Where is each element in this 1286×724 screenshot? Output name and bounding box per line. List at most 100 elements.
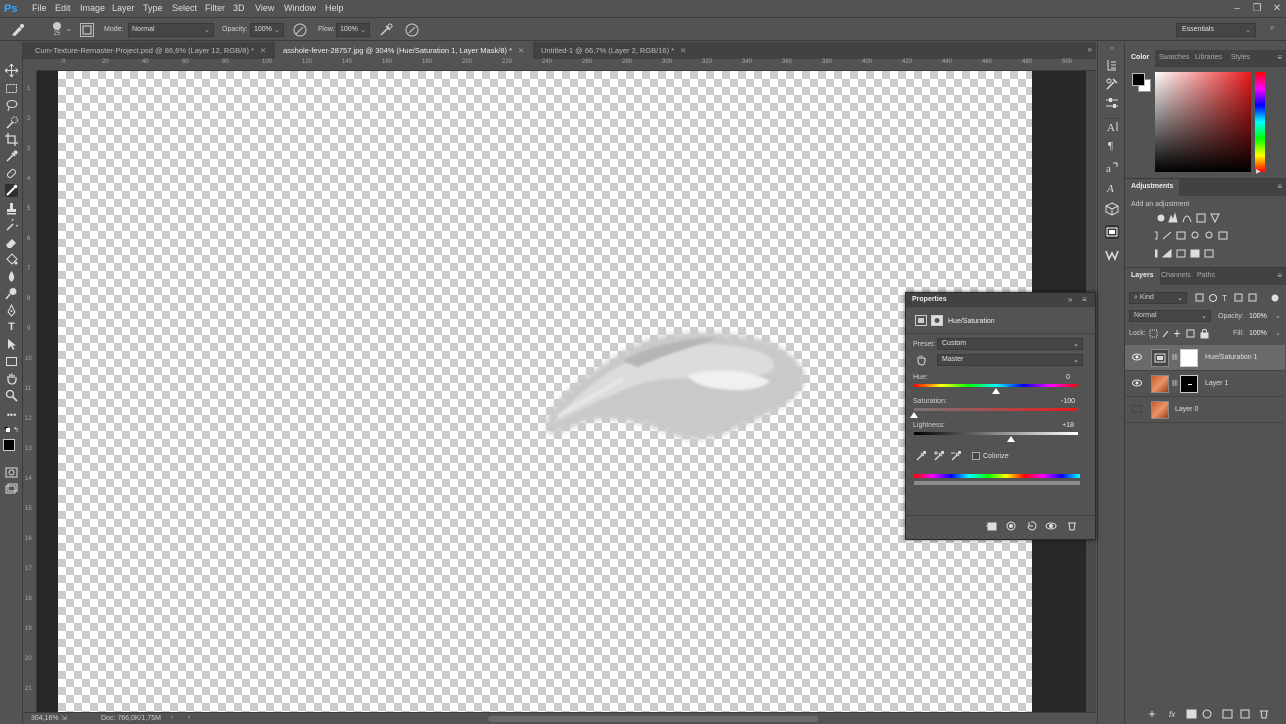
tab-color[interactable]: Color — [1125, 50, 1156, 67]
hue-slider-thumb[interactable] — [992, 388, 1000, 394]
lock-icons[interactable] — [1149, 329, 1217, 339]
3d-panel-icon[interactable] — [1105, 202, 1119, 216]
brush-panel-icon[interactable] — [80, 23, 94, 37]
history-panel-icon[interactable] — [1105, 58, 1119, 72]
glyphs-panel-icon[interactable]: a — [1105, 160, 1119, 174]
menu-image[interactable]: Image — [80, 3, 105, 13]
layer-name[interactable]: Layer 1 — [1205, 380, 1228, 387]
hue-slider-handle[interactable]: ▶ — [1256, 168, 1261, 175]
link-icon[interactable]: ⛓ — [1171, 380, 1179, 387]
brush-tool-preset-icon[interactable] — [10, 23, 26, 37]
layer-row-layer-0[interactable]: Layer 0 — [1125, 397, 1285, 423]
tab-document-3[interactable]: Untitled-1 @ 66,7% (Layer 2, RGB/16) * ✕ — [533, 42, 708, 59]
status-menu-icon[interactable]: › — [171, 714, 173, 721]
dodge-tool-icon[interactable] — [5, 287, 18, 300]
adjustment-icons[interactable] — [1155, 212, 1255, 262]
visibility-eye-icon[interactable] — [1132, 353, 1142, 361]
more-tools-icon[interactable]: ••• — [5, 410, 18, 423]
chevron-down-icon[interactable]: ⌄ — [1275, 329, 1281, 337]
hue-slider-track[interactable] — [914, 384, 1078, 387]
tab-styles[interactable]: Styles — [1225, 50, 1256, 67]
collapse-icon[interactable]: « — [1110, 45, 1114, 52]
move-tool-icon[interactable] — [5, 64, 18, 77]
menu-filter[interactable]: Filter — [205, 3, 225, 13]
path-selection-tool-icon[interactable] — [5, 338, 18, 351]
swap-colors-icon[interactable]: ↰ — [13, 426, 20, 434]
colorize-checkbox[interactable] — [972, 452, 980, 460]
panel-menu-icon[interactable]: ≡ — [1277, 271, 1282, 280]
menu-type[interactable]: Type — [143, 3, 163, 13]
menu-3d[interactable]: 3D — [233, 3, 245, 13]
character-panel-icon[interactable]: A — [1105, 118, 1119, 133]
layer-mask-thumb[interactable] — [1180, 349, 1198, 367]
saturation-value[interactable]: -100 — [1054, 398, 1082, 405]
panel-menu-icon[interactable]: ≡ — [1277, 53, 1282, 62]
properties-panel[interactable]: Properties » ≡ Hue/Saturation Preset: Cu… — [905, 292, 1096, 540]
type-tool-icon[interactable]: T — [5, 321, 18, 334]
tab-libraries[interactable]: Libraries — [1189, 50, 1228, 67]
zoom-level[interactable]: 304,16% — [31, 715, 59, 722]
tab-document-1[interactable]: Cum-Texture-Remaster-Project.psd @ 86,6%… — [27, 42, 275, 59]
tab-document-2[interactable]: asshole-fever-28757.jpg @ 304% (Hue/Satu… — [275, 42, 533, 59]
layer-filter-icons[interactable]: T — [1195, 293, 1283, 303]
history-brush-tool-icon[interactable] — [5, 219, 18, 232]
adjustment-mode-icon[interactable] — [915, 315, 927, 326]
collapse-icon[interactable]: » — [1068, 295, 1072, 304]
menu-view[interactable]: View — [255, 3, 274, 13]
layers-footer-icons[interactable]: fx — [1147, 708, 1283, 720]
brush-size-picker[interactable]: 25 — [50, 21, 64, 39]
maximize-icon[interactable]: ❐ — [1250, 2, 1264, 16]
rectangle-tool-icon[interactable] — [5, 355, 18, 368]
blend-mode-select[interactable]: Normal ⌄ — [1129, 310, 1211, 322]
layer-row-layer-1[interactable]: ⛓ Layer 1 — [1125, 371, 1285, 397]
menu-select[interactable]: Select — [172, 3, 197, 13]
menu-edit[interactable]: Edit — [55, 3, 71, 13]
menu-file[interactable]: File — [32, 3, 47, 13]
foreground-color-swatch[interactable] — [3, 439, 15, 451]
tab-adjustments[interactable]: Adjustments — [1125, 179, 1180, 196]
mask-mode-icon[interactable] — [931, 315, 943, 326]
layer-name[interactable]: Layer 0 — [1175, 406, 1198, 413]
quick-selection-tool-icon[interactable] — [5, 116, 18, 129]
paragraph-panel-icon[interactable]: ¶ — [1105, 137, 1119, 151]
pressure-size-icon[interactable] — [404, 22, 420, 38]
tab-close-icon[interactable]: ✕ — [260, 46, 266, 55]
healing-brush-tool-icon[interactable] — [5, 167, 18, 180]
lightness-slider-track[interactable] — [914, 432, 1078, 435]
marquee-tool-icon[interactable] — [5, 82, 18, 95]
chevron-down-icon[interactable]: ⌄ — [1275, 312, 1281, 320]
blur-tool-icon[interactable] — [5, 270, 18, 283]
layers-properties-icon[interactable] — [1105, 225, 1119, 239]
brushes-panel-icon[interactable]: A — [1105, 180, 1119, 194]
link-icon[interactable]: ⛓ — [1171, 354, 1179, 361]
properties-panel-icon[interactable] — [1105, 96, 1119, 110]
tab-close-icon[interactable]: ✕ — [680, 46, 686, 55]
close-icon[interactable]: ✕ — [1270, 2, 1284, 16]
visibility-toggle[interactable] — [1132, 405, 1142, 413]
eyedropper-add-icon[interactable] — [933, 450, 945, 462]
menu-layer[interactable]: Layer — [112, 3, 135, 13]
hue-value[interactable]: 0 — [1054, 374, 1082, 381]
horizontal-scrollbar-thumb[interactable] — [488, 716, 818, 722]
hue-slider[interactable] — [1255, 72, 1265, 172]
libraries-panel-icon[interactable] — [1105, 248, 1119, 262]
workspace-switcher[interactable]: Essentials ⌄ — [1176, 23, 1256, 37]
mode-select[interactable]: Normal ⌄ — [128, 23, 214, 37]
default-colors-icon[interactable] — [4, 426, 10, 432]
layer-opacity-input[interactable]: 100% — [1249, 313, 1267, 320]
saturation-slider-track[interactable] — [914, 408, 1078, 411]
scroll-left-icon[interactable]: ‹ — [188, 714, 190, 721]
tabs-overflow-icon[interactable]: » — [1088, 45, 1092, 54]
hand-tool-icon[interactable] — [5, 372, 18, 385]
pen-tool-icon[interactable] — [5, 304, 18, 317]
eyedropper-tool-icon[interactable] — [5, 150, 18, 163]
brush-tool-icon[interactable] — [5, 184, 18, 197]
foreground-swatch[interactable] — [1132, 73, 1145, 86]
minimize-icon[interactable]: – — [1230, 2, 1244, 16]
eyedropper-icon[interactable] — [915, 450, 927, 462]
saturation-slider-thumb[interactable] — [910, 412, 918, 418]
screen-mode-icon[interactable] — [5, 483, 18, 496]
preset-select[interactable]: Custom ⌄ — [937, 338, 1083, 350]
actions-panel-icon[interactable] — [1105, 77, 1119, 91]
menu-help[interactable]: Help — [325, 3, 344, 13]
